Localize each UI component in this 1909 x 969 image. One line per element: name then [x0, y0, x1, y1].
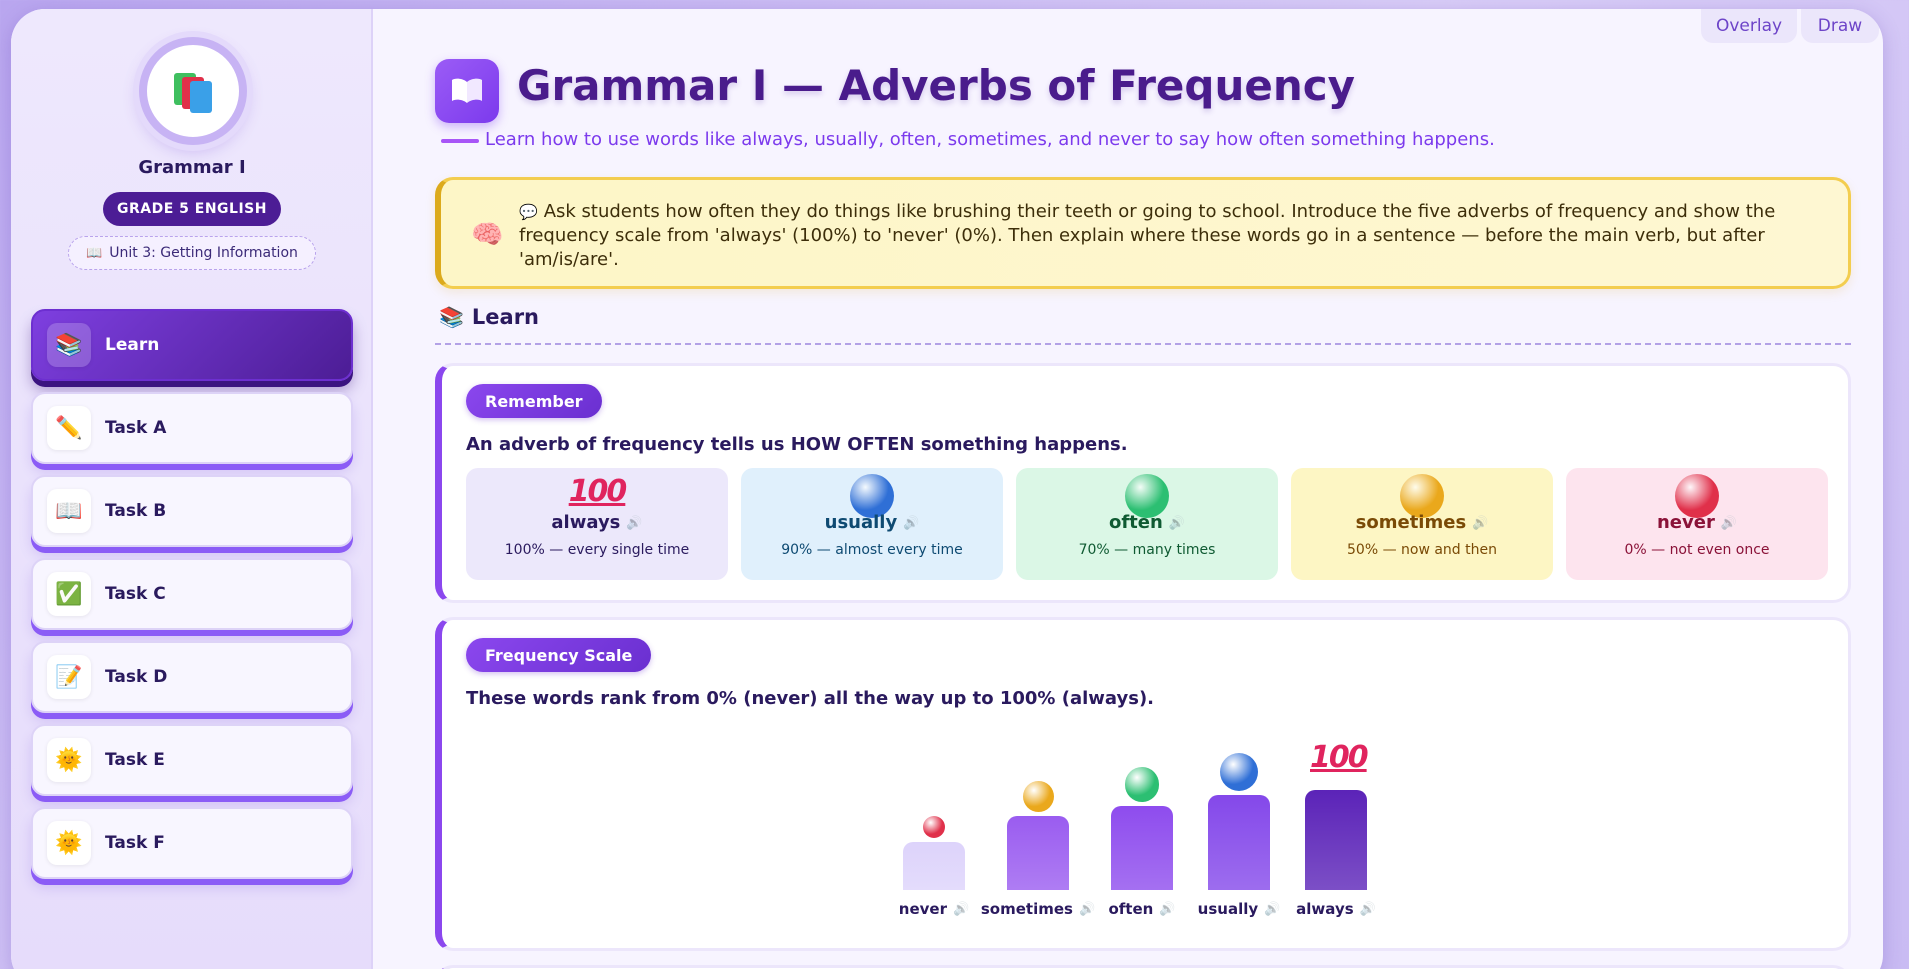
adverb-word: sometimes 🔊 — [1291, 512, 1553, 533]
checkmark-icon: ✅ — [47, 572, 91, 616]
speaker-icon[interactable]: 🔊 — [626, 516, 642, 531]
sun-icon: 🌞 — [47, 738, 91, 782]
frequency-bar-label: sometimes 🔊 — [978, 900, 1098, 918]
books-icon: 📚 — [439, 305, 464, 329]
section-heading: 📚 Learn — [439, 305, 539, 329]
frequency-bar-label-text: never — [898, 900, 947, 918]
adverb-description: 90% — almost every time — [781, 542, 963, 558]
page-subtitle: Learn how to use words like always, usua… — [485, 129, 1495, 150]
frequency-bar-never — [903, 842, 965, 890]
adverb-word: never 🔊 — [1566, 512, 1828, 533]
speaker-icon[interactable]: 🔊 — [1159, 902, 1175, 917]
grade-badge: GRADE 5 ENGLISH — [103, 192, 281, 226]
ball-icon — [923, 816, 945, 838]
adverb-description: 70% — many times — [1078, 542, 1216, 558]
sidebar-item-label: Task A — [105, 418, 167, 438]
adverb-word-label: never — [1656, 512, 1715, 533]
remember-badge: Remember — [466, 384, 602, 418]
speaker-icon[interactable]: 🔊 — [1360, 902, 1376, 917]
open-book-icon: 📖 — [86, 245, 103, 261]
adverb-word: usually 🔊 — [741, 512, 1003, 533]
speaker-icon[interactable]: 🔊 — [1169, 516, 1185, 531]
open-book-icon — [435, 59, 499, 123]
adverb-word: often 🔊 — [1016, 512, 1278, 533]
app-window: Grammar I GRADE 5 ENGLISH 📖 Unit 3: Gett… — [11, 9, 1883, 969]
teacher-note-body: Ask students how often they do things li… — [519, 201, 1776, 270]
ball-icon — [1022, 781, 1054, 812]
frequency-bar-label: never 🔊 — [874, 900, 994, 918]
sidebar: Grammar I GRADE 5 ENGLISH 📖 Unit 3: Gett… — [11, 9, 373, 969]
sidebar-item-label: Learn — [105, 335, 160, 355]
adverb-tile-usually[interactable]: usually 🔊 90% — almost every time — [741, 468, 1003, 580]
adverb-word-label: often — [1108, 512, 1163, 533]
adverb-word-label: usually — [824, 512, 898, 533]
sidebar-item-label: Task B — [105, 501, 167, 521]
frequency-scale-card: Frequency Scale These words rank from 0%… — [435, 617, 1851, 951]
frequency-bar-label-text: always — [1296, 900, 1354, 918]
frequency-bar-usually — [1208, 795, 1270, 890]
sidebar-item-task-a[interactable]: ✏️ Task A — [31, 392, 353, 464]
remember-lead: An adverb of frequency tells us HOW OFTE… — [466, 434, 1128, 455]
frequency-bar-sometimes — [1007, 816, 1069, 890]
frequency-bar-label-text: often — [1108, 900, 1154, 918]
frequency-bar-label-text: usually — [1197, 900, 1259, 918]
sidebar-item-learn[interactable]: 📚 Learn — [31, 309, 353, 381]
pencil-icon: ✏️ — [47, 406, 91, 450]
sidebar-item-task-d[interactable]: 📝 Task D — [31, 641, 353, 713]
adverb-description: 100% — every single time — [504, 542, 690, 558]
adverb-word-label: sometimes — [1355, 512, 1467, 533]
books-icon: 📚 — [47, 323, 91, 367]
teacher-note-text: 💬 Ask students how often they do things l… — [519, 200, 1819, 272]
brain-icon: 🧠 — [471, 220, 504, 250]
sidebar-item-task-f[interactable]: 🌞 Task F — [31, 807, 353, 879]
teacher-note: 🧠 💬 Ask students how often they do things… — [435, 177, 1851, 289]
open-book-icon: 📖 — [47, 489, 91, 533]
section-divider — [435, 343, 1851, 345]
sidebar-item-task-e[interactable]: 🌞 Task E — [31, 724, 353, 796]
adverb-tile-sometimes[interactable]: sometimes 🔊 50% — now and then — [1291, 468, 1553, 580]
adverb-description: 50% — now and then — [1347, 542, 1497, 558]
adverb-tile-often[interactable]: often 🔊 70% — many times — [1016, 468, 1278, 580]
sidebar-item-label: Task C — [105, 584, 166, 604]
overlay-button[interactable]: Overlay — [1701, 9, 1797, 43]
speech-bubble-icon: 💬 — [519, 203, 538, 221]
sidebar-title: Grammar I — [138, 157, 246, 178]
adverb-word-label: always — [551, 512, 621, 533]
ball-icon — [1124, 767, 1160, 802]
page-title: Grammar I — Adverbs of Frequency — [517, 61, 1356, 110]
frequency-chart: never 🔊 sometimes 🔊 often 🔊 usually 🔊 100 always 🔊 — [442, 620, 1842, 940]
sidebar-item-label: Task D — [105, 667, 168, 687]
sun-icon: 🌞 — [47, 821, 91, 865]
adverb-description: 0% — not even once — [1624, 542, 1770, 558]
books-icon — [170, 69, 216, 113]
frequency-bar-often — [1111, 805, 1173, 890]
adverb-tile-never[interactable]: never 🔊 0% — not even once — [1566, 468, 1828, 580]
ball-icon — [1219, 753, 1259, 792]
speaker-icon[interactable]: 🔊 — [1472, 516, 1488, 531]
section-title: Learn — [471, 305, 540, 329]
remember-card: Remember An adverb of frequency tells us… — [435, 363, 1851, 603]
draw-button[interactable]: Draw — [1801, 9, 1879, 43]
frequency-bar-always — [1305, 790, 1367, 890]
frequency-bar-label: always 🔊 — [1276, 900, 1396, 918]
sidebar-item-label: Task E — [105, 750, 165, 770]
frequency-bar-label-text: sometimes — [980, 900, 1073, 918]
speaker-icon[interactable]: 🔊 — [1721, 516, 1737, 531]
unit-badge: 📖 Unit 3: Getting Information — [68, 236, 316, 270]
speaker-icon[interactable]: 🔊 — [903, 516, 919, 531]
adverb-word: always 🔊 — [466, 512, 728, 533]
sidebar-item-label: Task F — [105, 833, 165, 853]
subtitle-accent — [441, 139, 479, 143]
adverb-tile-always[interactable]: 100 always 🔊 100% — every single time — [466, 468, 728, 580]
hundred-points-icon: 100 — [1310, 740, 1369, 775]
unit-label: Unit 3: Getting Information — [109, 245, 298, 261]
next-card-edge — [435, 965, 1851, 969]
sidebar-item-task-c[interactable]: ✅ Task C — [31, 558, 353, 630]
sidebar-item-task-b[interactable]: 📖 Task B — [31, 475, 353, 547]
memo-icon: 📝 — [47, 655, 91, 699]
lesson-avatar — [139, 37, 247, 145]
speaker-icon[interactable]: 🔊 — [953, 902, 969, 917]
